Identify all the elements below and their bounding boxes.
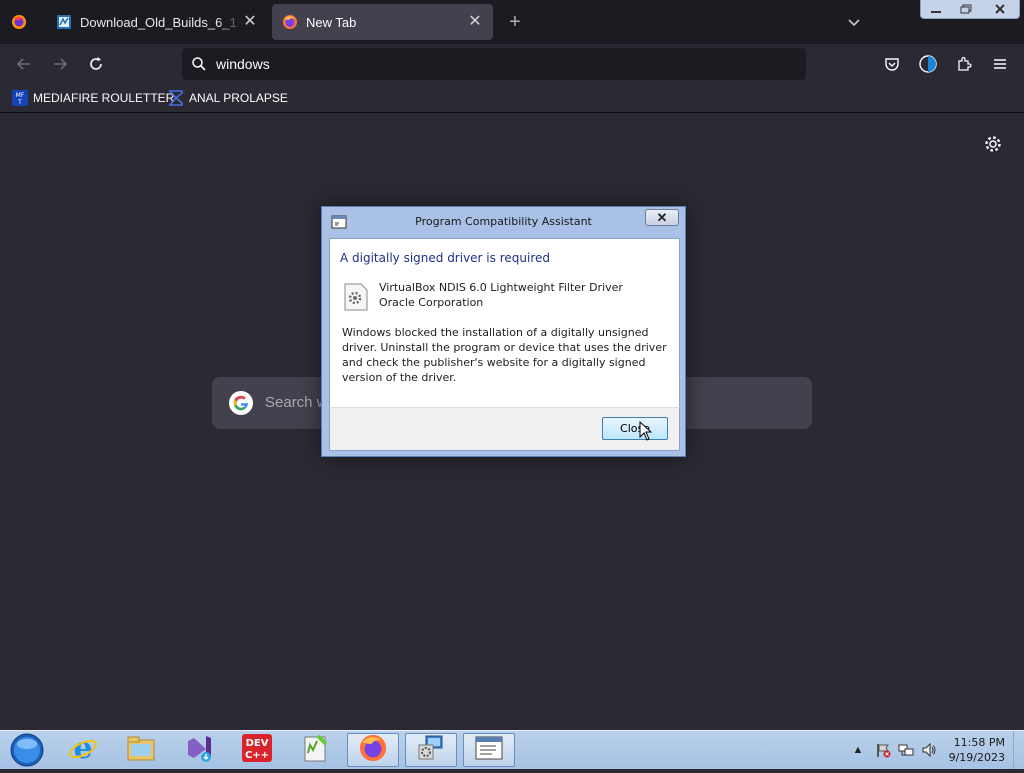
clock-time: 11:58 PM	[953, 736, 1005, 749]
google-icon	[229, 391, 253, 415]
url-input-value[interactable]: windows	[216, 56, 270, 72]
firefox-icon	[282, 14, 298, 30]
notepad-plus-plus-icon	[300, 733, 330, 768]
mediafire-icon: MF T	[12, 90, 28, 106]
tab-strip: Download_Old_Builds_6_1 – Oracle VM Virt…	[0, 0, 1024, 44]
close-tab-icon[interactable]: ✕	[467, 14, 483, 30]
svg-text:C++: C++	[245, 750, 269, 761]
extensions-puzzle-icon[interactable]	[952, 52, 976, 76]
driver-gear-icon	[343, 283, 369, 311]
restore-icon[interactable]	[951, 0, 981, 17]
taskbar-file-explorer[interactable]	[115, 733, 167, 767]
window-close-icon[interactable]	[981, 0, 1019, 17]
dialog-footer: Close	[329, 407, 680, 451]
bookmark-label: MEDIAFIRE ROULETTER	[33, 91, 175, 105]
taskbar-firefox[interactable]	[347, 733, 399, 767]
tab-label: New Tab	[306, 14, 357, 30]
sigma-bookmark-icon	[168, 90, 184, 106]
new-tab-plus-icon[interactable]: +	[505, 12, 525, 32]
clock-date: 9/19/2023	[948, 751, 1005, 764]
dev-cpp-icon: DEV C++	[241, 733, 273, 768]
driver-publisher: Oracle Corporation	[379, 296, 484, 309]
dialog-message-line: Windows blocked the installation of a di…	[342, 326, 649, 339]
tab-new-tab[interactable]: New Tab ✕	[272, 4, 493, 40]
network-icon[interactable]	[898, 742, 914, 758]
reload-icon[interactable]	[84, 52, 108, 76]
visual-studio-icon	[184, 733, 214, 768]
device-setup-icon	[416, 733, 446, 768]
start-orb-icon[interactable]	[6, 732, 46, 768]
list-all-tabs-chevron-icon[interactable]	[845, 13, 863, 31]
taskbar-notepad-plus-plus[interactable]	[289, 733, 341, 767]
virtualbox-page-icon	[56, 14, 72, 30]
program-compatibility-dialog: Program Compatibility Assistant ✕ A digi…	[321, 206, 686, 457]
dialog-title: Program Compatibility Assistant	[415, 215, 592, 228]
dialog-message-line: version of the driver.	[342, 371, 457, 384]
system-clock[interactable]: 11:58 PM 9/19/2023	[949, 735, 1005, 765]
forward-arrow-icon[interactable]	[48, 52, 72, 76]
search-icon	[191, 56, 207, 72]
taskbar-dev-cpp[interactable]: DEV C++	[231, 733, 283, 767]
svg-text:e: e	[73, 733, 92, 763]
taskbar-device-installer[interactable]	[405, 733, 457, 767]
show-desktop-button[interactable]	[1013, 731, 1024, 769]
svg-text:DEV: DEV	[246, 738, 269, 749]
account-icon[interactable]	[916, 52, 940, 76]
close-tab-icon[interactable]: ✕	[242, 14, 258, 30]
taskbar-program-compatibility-assistant[interactable]	[463, 733, 515, 767]
dialog-body: A digitally signed driver is required Vi…	[329, 238, 680, 408]
folder-icon	[126, 734, 156, 767]
dialog-app-icon	[331, 214, 347, 230]
taskbar-visual-studio-installer[interactable]	[173, 733, 225, 767]
tab-download-old-builds[interactable]: Download_Old_Builds_6_1 – Oracle VM Virt…	[46, 4, 268, 40]
back-arrow-icon[interactable]	[12, 52, 36, 76]
close-button[interactable]: Close	[602, 417, 668, 440]
mouse-cursor-icon	[639, 420, 653, 441]
url-bar[interactable]: windows	[182, 48, 806, 80]
svg-text:T: T	[17, 99, 22, 106]
dialog-heading: A digitally signed driver is required	[340, 251, 550, 265]
firefox-menu-icon[interactable]	[11, 14, 27, 30]
hamburger-menu-icon[interactable]	[988, 52, 1012, 76]
tab-label: Download_Old_Builds_6_1 – Oracle VM Virt…	[80, 14, 242, 30]
svg-text:MF: MF	[16, 92, 25, 99]
bookmark-anal-prolapse[interactable]: ANAL PROLAPSE	[168, 88, 288, 108]
internet-explorer-icon: e	[68, 731, 98, 768]
show-hidden-icons-arrow-icon[interactable]: ▲	[850, 742, 866, 758]
taskbar-internet-explorer[interactable]: e	[57, 731, 109, 768]
dialog-close-icon[interactable]: ✕	[645, 209, 679, 226]
driver-name: VirtualBox NDIS 6.0 Lightweight Filter D…	[379, 281, 623, 294]
window-app-icon	[474, 734, 504, 767]
action-center-flag-icon[interactable]	[875, 742, 891, 758]
bookmarks-toolbar: MF T MEDIAFIRE ROULETTER ANAL PROLAPSE	[0, 84, 1024, 113]
pocket-icon[interactable]	[880, 52, 904, 76]
settings-gear-icon[interactable]	[984, 135, 1002, 153]
volume-speaker-icon[interactable]	[921, 742, 937, 758]
firefox-icon	[358, 733, 388, 768]
dialog-message-line: and check the publisher's website for a …	[342, 356, 646, 369]
minimize-icon[interactable]	[921, 0, 951, 17]
bookmark-mediafire-rouletter[interactable]: MF T MEDIAFIRE ROULETTER	[12, 88, 174, 108]
bookmark-label: ANAL PROLAPSE	[189, 91, 288, 105]
window-controls	[920, 0, 1020, 19]
taskbar: e DEV C++ ▲ 11:58 PM 9/19/2023	[0, 730, 1024, 769]
dialog-message-line: driver. Uninstall the program or device …	[342, 341, 667, 354]
